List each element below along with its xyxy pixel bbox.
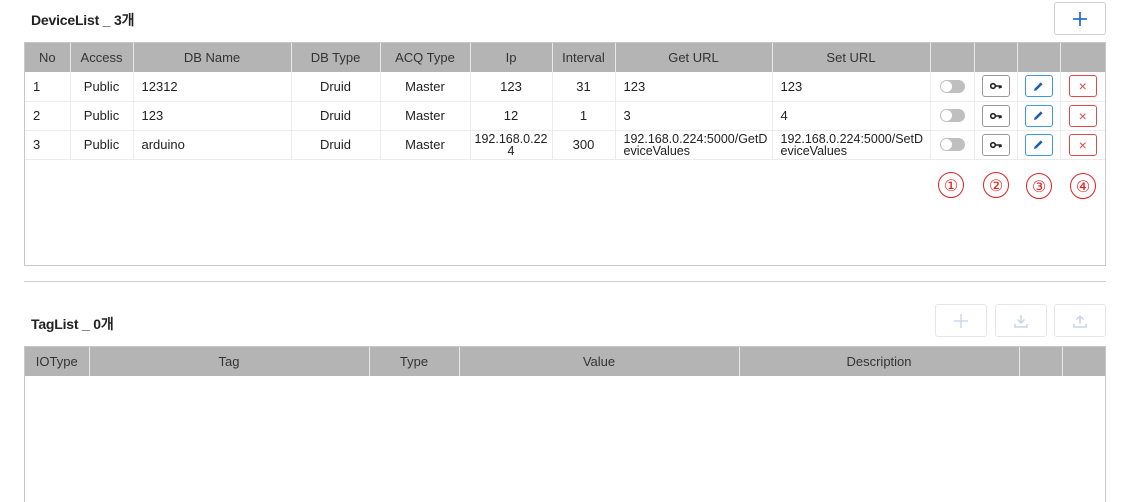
- col-toggle: [930, 43, 975, 72]
- enable-toggle[interactable]: [939, 138, 965, 151]
- col-edit: [1017, 43, 1061, 72]
- cell-db-name: 123: [133, 101, 292, 131]
- cell-interval: 1: [552, 101, 616, 131]
- tag-table-header: IOType Tag Type Value Description: [25, 347, 1105, 376]
- cell-ip: 12: [470, 101, 553, 131]
- pencil-icon: [1034, 82, 1043, 91]
- table-row[interactable]: 1 Public 12312 Druid Master 123 31 123 1…: [25, 72, 1105, 102]
- table-row[interactable]: 2 Public 123 Druid Master 12 1 3 4 ×: [25, 101, 1105, 131]
- cell-access: Public: [70, 130, 134, 160]
- col-ip[interactable]: Ip: [470, 43, 553, 72]
- cell-db-type: Druid: [291, 130, 381, 160]
- key-button[interactable]: [981, 104, 1010, 127]
- delete-button[interactable]: ×: [1068, 133, 1097, 156]
- close-icon: ×: [1078, 107, 1087, 124]
- table-row[interactable]: 3 Public arduino Druid Master 192.168.0.…: [25, 130, 1105, 160]
- import-tag-button[interactable]: [995, 304, 1047, 337]
- annotation-1: ①: [938, 172, 964, 198]
- key-icon: [989, 141, 1002, 148]
- col-get-url[interactable]: Get URL: [615, 43, 773, 72]
- cell-set-url: 192.168.0.224:5000/SetDeviceValues: [772, 130, 931, 160]
- cell-acq-type: Master: [380, 130, 471, 160]
- annotation-2: ②: [983, 172, 1009, 198]
- annotation-4: ④: [1070, 173, 1096, 199]
- download-icon: [1014, 314, 1028, 328]
- key-icon: [989, 83, 1002, 90]
- edit-button[interactable]: [1024, 75, 1053, 98]
- col-tag[interactable]: Tag: [89, 347, 370, 376]
- cell-ip: 123: [470, 72, 553, 102]
- cell-acq-type: Master: [380, 72, 471, 102]
- cell-db-type: Druid: [291, 72, 381, 102]
- cell-db-name: 12312: [133, 72, 292, 102]
- device-list-title: DeviceList _ 3개: [31, 12, 135, 28]
- add-device-button[interactable]: [1054, 2, 1106, 35]
- plus-icon: [954, 313, 968, 328]
- col-access[interactable]: Access: [70, 43, 134, 72]
- col-delete: [1060, 43, 1105, 72]
- cell-get-url: 3: [615, 101, 773, 131]
- cell-interval: 31: [552, 72, 616, 102]
- cell-interval: 300: [552, 130, 616, 160]
- close-icon: ×: [1078, 78, 1087, 95]
- edit-button[interactable]: [1024, 133, 1053, 156]
- col-delete: [1062, 347, 1105, 376]
- col-value[interactable]: Value: [459, 347, 740, 376]
- cell-db-name: arduino: [133, 130, 292, 160]
- tag-list-table: IOType Tag Type Value Description: [24, 346, 1106, 502]
- enable-toggle[interactable]: [939, 79, 965, 93]
- cell-set-url: 4: [772, 101, 931, 131]
- col-acq-type[interactable]: ACQ Type: [380, 43, 471, 72]
- upload-icon: [1073, 314, 1087, 328]
- cell-no: 3: [25, 130, 71, 160]
- cell-db-type: Druid: [291, 101, 381, 131]
- col-key: [974, 43, 1018, 72]
- cell-acq-type: Master: [380, 101, 471, 131]
- pencil-icon: [1034, 111, 1043, 120]
- cell-no: 1: [25, 72, 71, 102]
- key-button[interactable]: [981, 75, 1010, 98]
- section-divider: [24, 281, 1106, 282]
- cell-access: Public: [70, 72, 134, 102]
- col-description[interactable]: Description: [739, 347, 1020, 376]
- key-button[interactable]: [981, 133, 1010, 156]
- cell-get-url: 123: [615, 72, 773, 102]
- key-icon: [989, 112, 1002, 119]
- add-tag-button[interactable]: [935, 304, 987, 337]
- device-table-header: No Access DB Name DB Type ACQ Type Ip In…: [25, 43, 1105, 72]
- col-iotype[interactable]: IOType: [25, 347, 90, 376]
- cell-no: 2: [25, 101, 71, 131]
- edit-button[interactable]: [1024, 104, 1053, 127]
- col-db-name[interactable]: DB Name: [133, 43, 292, 72]
- device-list-table: No Access DB Name DB Type ACQ Type Ip In…: [24, 42, 1106, 266]
- cell-set-url: 123: [772, 72, 931, 102]
- close-icon: ×: [1078, 136, 1087, 153]
- col-db-type[interactable]: DB Type: [291, 43, 381, 72]
- pencil-icon: [1034, 140, 1043, 149]
- col-set-url[interactable]: Set URL: [772, 43, 931, 72]
- cell-ip: 192.168.0.224: [470, 130, 553, 160]
- col-type[interactable]: Type: [369, 347, 460, 376]
- enable-toggle[interactable]: [939, 109, 965, 122]
- col-edit: [1019, 347, 1063, 376]
- plus-icon: [1073, 11, 1087, 26]
- cell-access: Public: [70, 101, 134, 131]
- export-tag-button[interactable]: [1054, 304, 1106, 337]
- annotation-3: ③: [1026, 173, 1052, 199]
- col-interval[interactable]: Interval: [552, 43, 616, 72]
- cell-get-url: 192.168.0.224:5000/GetDeviceValues: [615, 130, 773, 160]
- delete-button[interactable]: ×: [1068, 75, 1097, 98]
- delete-button[interactable]: ×: [1068, 104, 1097, 127]
- tag-list-title: TagList _ 0개: [31, 316, 114, 332]
- col-no[interactable]: No: [25, 43, 71, 72]
